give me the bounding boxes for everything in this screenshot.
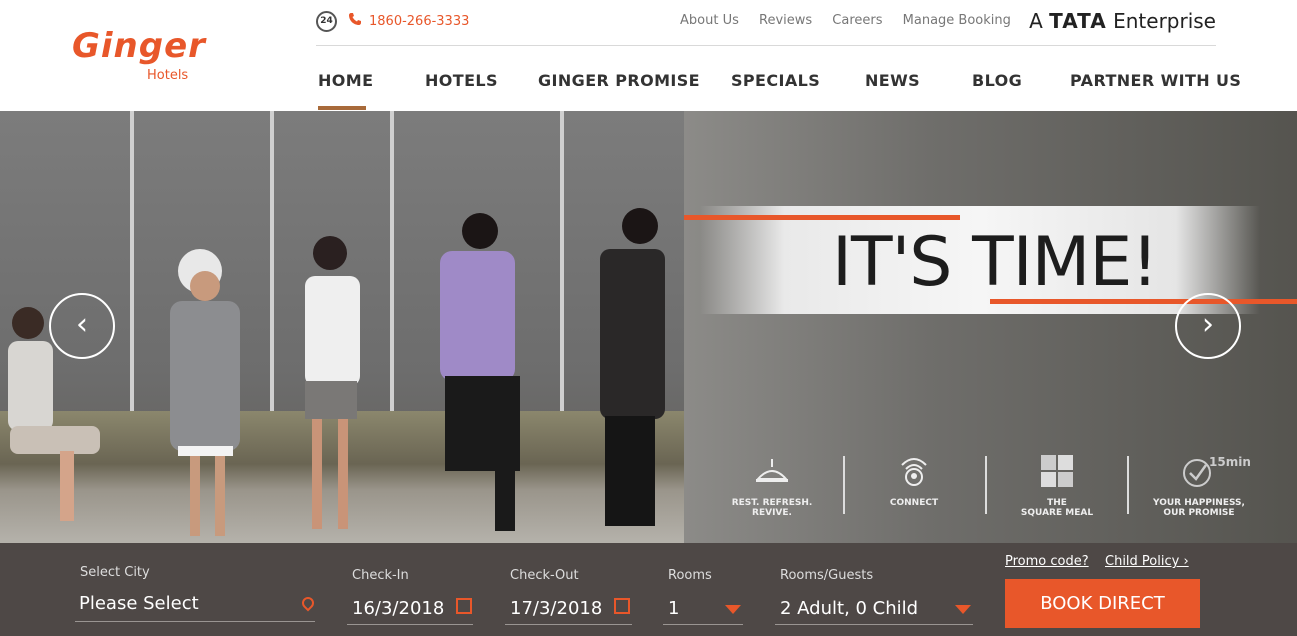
phone-icon	[349, 13, 361, 25]
top-bar: 24 1860-266-3333 About Us Reviews Career…	[316, 0, 1216, 46]
guests-underline	[775, 624, 973, 625]
link-careers[interactable]: Careers	[832, 13, 882, 28]
hero-carousel: IT'S TIME! ‹ › REST. REFRESH. REVIVE. CO…	[0, 111, 1297, 543]
logo-subtitle: Hotels	[147, 68, 189, 83]
meal-icon	[1041, 455, 1073, 487]
link-reviews[interactable]: Reviews	[759, 13, 812, 28]
rooms-label: Rooms	[668, 568, 712, 583]
city-select[interactable]: Please Select	[79, 593, 199, 614]
nav-specials[interactable]: SPECIALS	[731, 71, 820, 90]
tata-enterprise-logo: A TATA Enterprise	[1029, 9, 1216, 33]
feature-label: REST. REFRESH.	[731, 498, 813, 508]
nav-news[interactable]: NEWS	[865, 71, 920, 90]
feature-label: YOUR HAPPINESS,	[1153, 498, 1245, 508]
hero-headline: IT'S TIME!	[832, 223, 1159, 302]
nav-blog[interactable]: BLOG	[972, 71, 1022, 90]
rest-icon	[755, 459, 789, 482]
guests-select[interactable]: 2 Adult, 0 Child	[780, 598, 918, 619]
logo-wordmark: Ginger	[72, 26, 206, 66]
nav-home[interactable]: HOME	[318, 71, 373, 90]
child-policy-link[interactable]: Child Policy ›	[1105, 554, 1189, 569]
carousel-next-button[interactable]: ›	[1175, 293, 1241, 359]
carousel-prev-button[interactable]: ‹	[49, 293, 115, 359]
feature-square-meal: THE SQUARE MEAL	[1007, 451, 1107, 518]
feature-rest: REST. REFRESH. REVIVE.	[722, 451, 822, 518]
feature-divider	[985, 456, 987, 514]
rooms-underline	[663, 624, 743, 625]
tata-suffix: Enterprise	[1113, 9, 1216, 33]
feature-label: OUR PROMISE	[1163, 508, 1235, 518]
nav-ginger-promise[interactable]: GINGER PROMISE	[538, 71, 700, 90]
checkout-input[interactable]: 17/3/2018	[510, 598, 602, 619]
feature-label: REVIVE.	[752, 508, 792, 518]
feature-happiness: 15min YOUR HAPPINESS, OUR PROMISE	[1149, 451, 1251, 518]
checkin-underline	[347, 624, 473, 625]
nav-hotels[interactable]: HOTELS	[425, 71, 498, 90]
24-hour-icon: 24	[316, 11, 337, 32]
promo-code-link[interactable]: Promo code?	[1005, 554, 1089, 569]
checkout-underline	[505, 624, 632, 625]
nav-partner-with-us[interactable]: PARTNER WITH US	[1070, 71, 1241, 90]
chevron-down-icon[interactable]	[725, 605, 741, 614]
tata-prefix: A	[1029, 9, 1043, 33]
city-label: Select City	[80, 565, 150, 580]
feature-divider	[1127, 456, 1129, 514]
rooms-select[interactable]: 1	[668, 598, 679, 619]
feature-badge: 15min	[1209, 455, 1251, 469]
calendar-icon[interactable]	[614, 598, 630, 614]
wifi-location-icon	[901, 458, 927, 486]
guests-label: Rooms/Guests	[780, 568, 874, 583]
city-underline	[75, 621, 315, 622]
site-header: Ginger Hotels 24 1860-266-3333 About Us …	[0, 0, 1297, 111]
ginger-logo[interactable]: Ginger Hotels	[72, 26, 272, 90]
link-about-us[interactable]: About Us	[680, 13, 739, 28]
hero-people-illustration	[8, 208, 665, 536]
feature-connect: CONNECT	[864, 451, 964, 508]
nav-active-underline	[318, 106, 366, 110]
checkout-label: Check-Out	[510, 568, 579, 583]
calendar-icon[interactable]	[456, 598, 472, 614]
link-manage-booking[interactable]: Manage Booking	[903, 13, 1011, 28]
main-nav: HOME HOTELS GINGER PROMISE SPECIALS NEWS…	[316, 60, 1241, 111]
top-links: About Us Reviews Careers Manage Booking	[680, 13, 1027, 28]
phone-number[interactable]: 1860-266-3333	[369, 14, 469, 29]
feature-divider	[843, 456, 845, 514]
chevron-down-icon[interactable]	[955, 605, 971, 614]
feature-label: THE	[1047, 498, 1067, 508]
book-direct-button[interactable]: BOOK DIRECT	[1005, 579, 1200, 628]
checkin-label: Check-In	[352, 568, 409, 583]
headline-accent-line	[684, 215, 960, 220]
checkin-input[interactable]: 16/3/2018	[352, 598, 444, 619]
feature-label: SQUARE MEAL	[1020, 508, 1094, 518]
feature-label: CONNECT	[889, 498, 939, 508]
tata-mark: TATA	[1049, 9, 1107, 33]
